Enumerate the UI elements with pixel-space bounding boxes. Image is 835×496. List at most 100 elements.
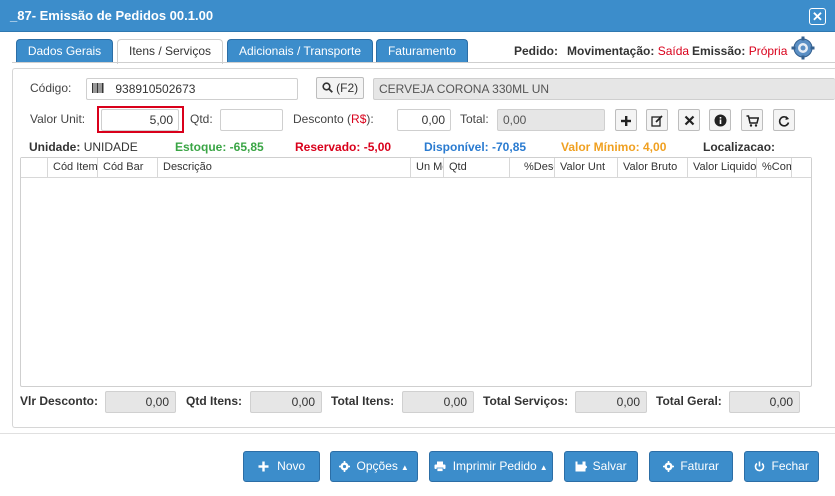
desconto-input[interactable]: 0,00 [397,109,451,131]
qtd-itens-label: Qtd Itens: [186,394,242,408]
opcoes-label: Opções [356,459,398,473]
tab-label: Dados Gerais [27,44,102,58]
footer-separator [0,433,835,434]
search-button[interactable]: (F2) [316,77,364,99]
imprimir-label: Imprimir Pedido [452,459,537,473]
window-titlebar: _87- Emissão de Pedidos 00.1.00 ✕ [0,0,835,32]
desconto-label-pre: Desconto ( [293,112,352,126]
tab-itens-servicos[interactable]: Itens / Serviços [117,39,223,64]
salvar-button[interactable]: Salvar [564,451,638,482]
desconto-currency: R$ [351,112,367,126]
grid-header-valor-unt[interactable]: Valor Unt [555,158,618,178]
save-icon [575,459,590,473]
refresh-icon [778,115,790,127]
grid-header-qtd[interactable]: Qtd [444,158,510,178]
tab-divider [12,62,835,63]
novo-button[interactable]: Novo [243,451,320,482]
total-servicos-field: 0,00 [575,391,647,413]
caret-up-icon: ▲ [400,463,409,472]
desconto-label: Desconto (R$): [293,112,374,126]
tab-label: Faturamento [387,44,457,58]
desconto-label-post: ): [366,112,374,126]
total-geral-field: 0,00 [729,391,800,413]
imprimir-pedido-button[interactable]: Imprimir Pedido ▲ [429,451,553,482]
edit-item-button[interactable] [646,109,668,131]
codigo-input[interactable]: 938910502673 [86,78,298,100]
grid-header-descricao[interactable]: Descrição [158,158,411,178]
movimentacao-label: Movimentação: [567,44,655,58]
items-grid[interactable]: Cód Item Cód Bar Descrição Un Med Qtd %D… [20,157,812,387]
total-label: Total: [460,112,489,126]
total-field: 0,00 [497,109,605,131]
total-servicos-label: Total Serviços: [483,394,569,408]
gear-icon [662,459,677,473]
grid-header-valor-bruto[interactable]: Valor Bruto [618,158,688,178]
plus-icon [258,459,272,473]
plus-icon [621,115,631,126]
codigo-label: Código: [30,81,72,95]
close-icon: ✕ [812,9,823,24]
window-title: _87- Emissão de Pedidos 00.1.00 [10,8,214,23]
tab-dados-gerais[interactable]: Dados Gerais [16,39,113,63]
cart-button[interactable] [741,109,763,131]
movimentacao-value: Saída [657,44,690,58]
unidade-label: Unidade: [29,140,81,154]
localizacao-info: Localizacao: [703,140,776,154]
add-item-button[interactable] [615,109,637,131]
qtd-input[interactable] [220,109,283,131]
close-icon [684,116,694,126]
emissao-value: Própria [748,44,788,58]
tab-label: Itens / Serviços [128,44,212,58]
opcoes-button[interactable]: Opções ▲ [330,451,418,482]
faturar-button[interactable]: Faturar [649,451,733,482]
printer-icon [434,459,449,473]
grid-header-spacer [792,158,811,178]
vlr-desconto-field: 0,00 [105,391,176,413]
edit-icon [651,115,663,127]
cart-icon [746,115,759,127]
grid-header-un-med[interactable]: Un Med [411,158,444,178]
tab-faturamento[interactable]: Faturamento [376,39,468,63]
gear-icon[interactable] [791,36,815,60]
reservado-info: Reservado: -5,00 [295,140,392,154]
fechar-label: Fechar [771,459,809,473]
qtd-label: Qtd: [190,112,213,126]
grid-header-cod-item[interactable]: Cód Item [48,158,98,178]
total-geral-label: Total Geral: [656,394,722,408]
refresh-button[interactable] [773,109,795,131]
gear-icon [339,459,353,473]
valor-unit-input[interactable]: 5,00 [101,109,179,131]
salvar-label: Salvar [592,459,627,473]
disponivel-info: Disponível: -70,85 [424,140,527,154]
fechar-button[interactable]: Fechar [744,451,819,482]
grid-header-desc[interactable]: %Desc [510,158,555,178]
novo-label: Novo [277,459,306,473]
unidade-info: Unidade: UNIDADE [29,140,138,154]
grid-header-valor-liquido[interactable]: Valor Liquido [688,158,757,178]
valor-unit-label: Valor Unit: [30,112,86,126]
grid-header-com[interactable]: %Com [757,158,792,178]
item-info-button[interactable] [709,109,731,131]
faturar-label: Faturar [680,459,720,473]
unidade-value: UNIDADE [83,140,138,154]
close-window-button[interactable]: ✕ [809,8,826,25]
tab-label: Adicionais / Transporte [238,44,362,58]
tab-adicionais-transporte[interactable]: Adicionais / Transporte [227,39,373,63]
power-icon [754,459,768,473]
grid-header-cod-bar[interactable]: Cód Bar [98,158,158,178]
pedido-label: Pedido: [514,44,558,58]
remove-item-button[interactable] [678,109,700,131]
grid-header-select[interactable] [21,158,48,178]
emissao-label: Emissão: [692,44,746,58]
movimentacao-info: Movimentação: Saída [567,44,689,58]
search-shortcut: (F2) [336,81,359,95]
total-itens-field: 0,00 [402,391,474,413]
vlr-desconto-label: Vlr Desconto: [20,394,99,408]
info-icon [714,114,726,127]
codigo-value: 938910502673 [115,82,196,96]
barcode-icon [92,80,104,99]
caret-up-icon: ▲ [539,463,548,472]
descricao-field: CERVEJA CORONA 330ML UN [373,78,835,100]
estoque-info: Estoque: -65,85 [175,140,264,154]
qtd-itens-field: 0,00 [250,391,322,413]
